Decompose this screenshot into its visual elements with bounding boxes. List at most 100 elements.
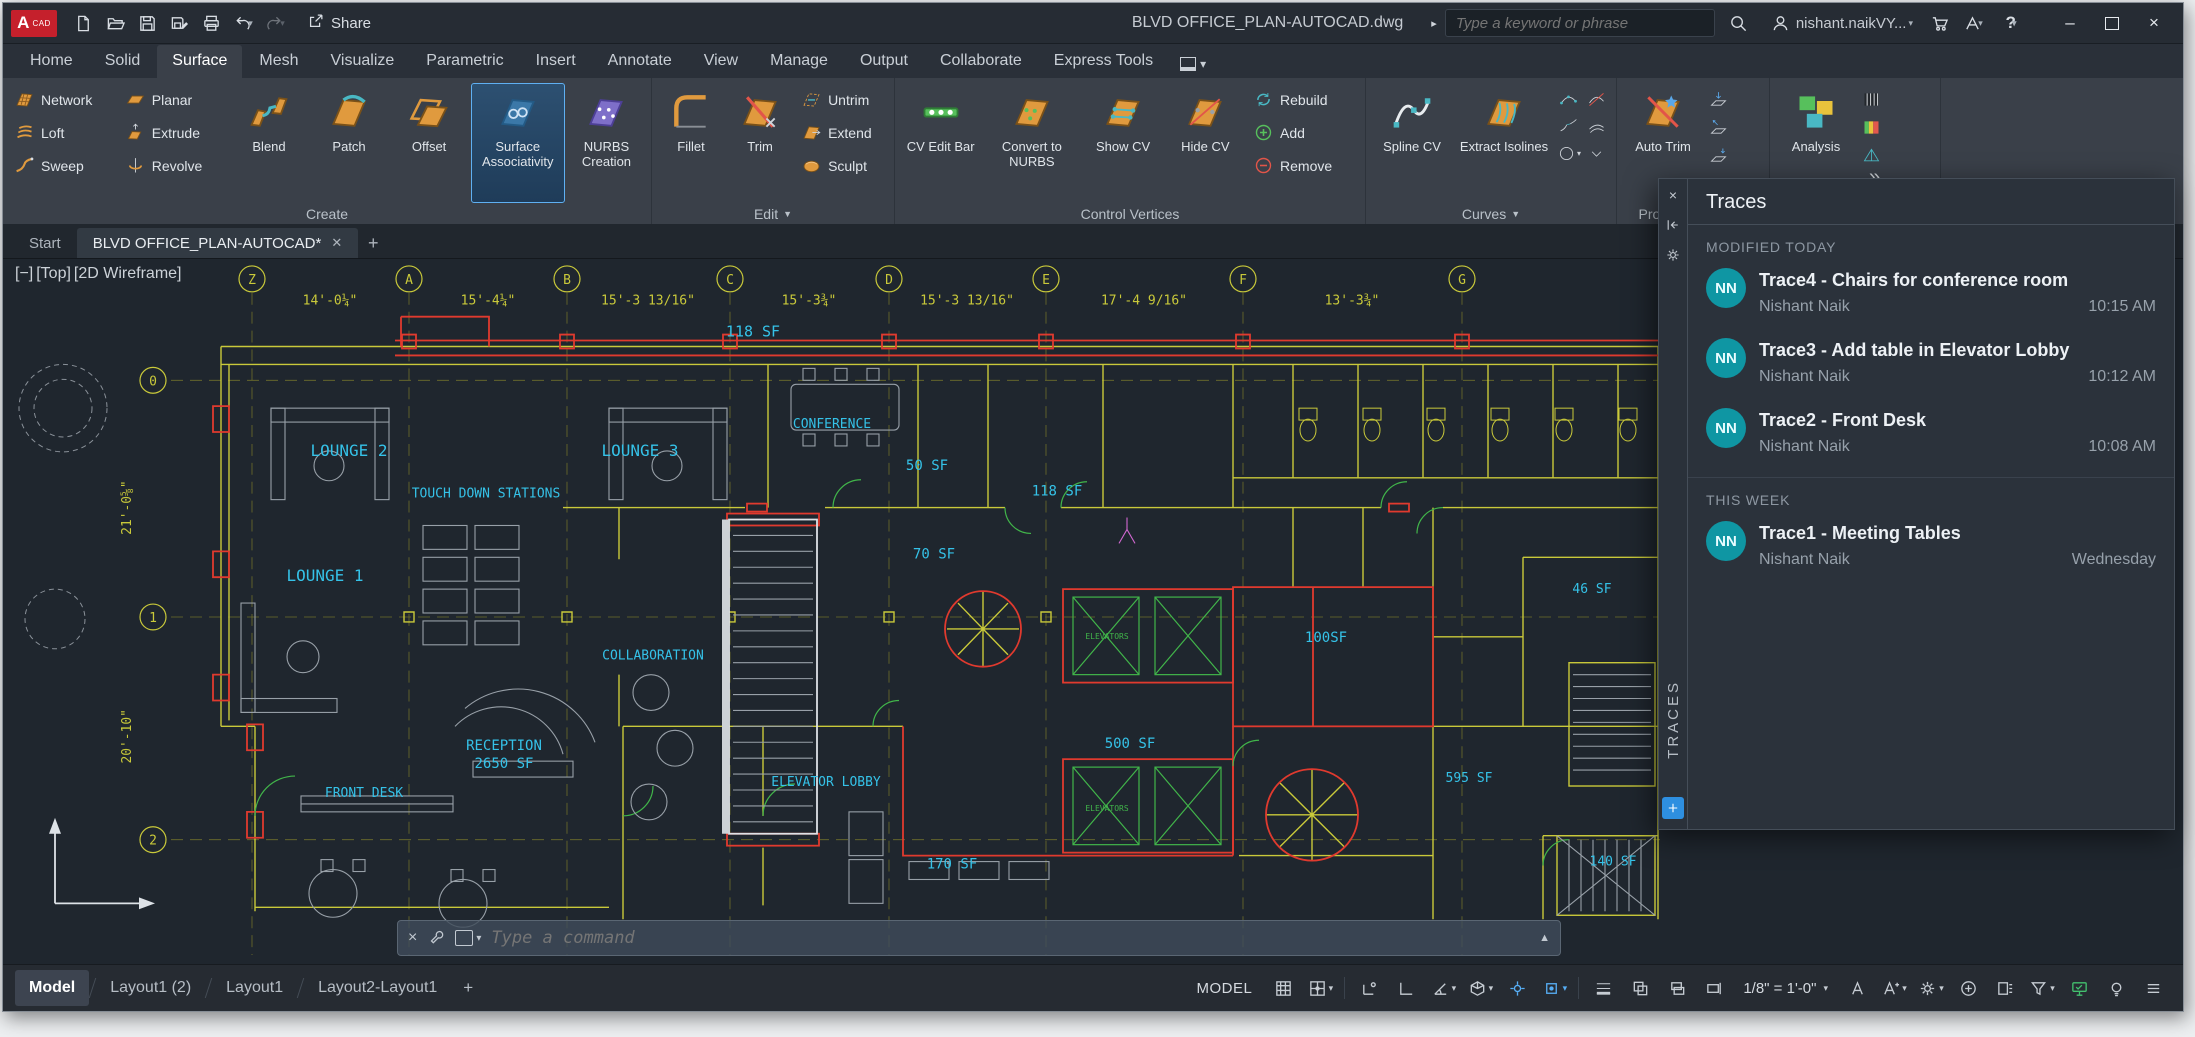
hide-cv-button[interactable]: Hide CV	[1166, 83, 1245, 203]
isolate-objects-toggle[interactable]	[2098, 972, 2134, 1004]
ribbon-tab-insert[interactable]: Insert	[521, 45, 591, 78]
save-as-button[interactable]	[163, 8, 195, 38]
extrude-button[interactable]: Extrude	[120, 116, 228, 149]
spline-cv-button[interactable]: Spline CV	[1372, 83, 1452, 203]
revolve-button[interactable]: Revolve	[120, 149, 228, 182]
isometric-drafting-toggle[interactable]: ▾	[1462, 972, 1498, 1004]
ribbon-tab-annotate[interactable]: Annotate	[593, 45, 687, 78]
ribbon-tab-manage[interactable]: Manage	[755, 45, 843, 78]
object-snap-tracking-toggle[interactable]	[1499, 972, 1535, 1004]
quick-properties-toggle[interactable]	[1987, 972, 2023, 1004]
viewport-collapse-control[interactable]: [−]	[15, 265, 33, 283]
new-layout-button[interactable]: +	[451, 969, 485, 1007]
autodesk-apps-icon[interactable]: ▾	[1957, 8, 1989, 38]
arrow-mini-icon[interactable]	[1584, 141, 1609, 166]
annotation-monitor-toggle[interactable]	[1950, 972, 1986, 1004]
user-account-button[interactable]: nishant.naikVY... ▾	[1771, 14, 1913, 33]
customize-toggle[interactable]	[2135, 972, 2171, 1004]
model-space-button[interactable]: MODEL	[1184, 980, 1264, 997]
ribbon-tab-surface[interactable]: Surface	[157, 45, 242, 78]
planar-button[interactable]: Planar	[120, 83, 228, 116]
viewport-view-control[interactable]: [Top]	[36, 265, 71, 283]
blend-curve-mini-icon[interactable]	[1556, 114, 1581, 139]
layout-tab-layout1[interactable]: Layout1	[212, 970, 297, 1006]
qnew-button[interactable]	[67, 8, 99, 38]
an-2-icon[interactable]	[1859, 115, 1884, 140]
file-tab-active-document[interactable]: BLVD OFFICE_PLAN-AUTOCAD* ✕	[77, 228, 359, 258]
share-button[interactable]: Share	[307, 12, 371, 34]
add-button[interactable]: Add	[1248, 116, 1359, 149]
ortho-mode-toggle[interactable]	[1388, 972, 1424, 1004]
fillet-button[interactable]: Fillet	[658, 83, 724, 203]
ribbon-tab-mesh[interactable]: Mesh	[244, 45, 313, 78]
trace-toolbar-icon[interactable]	[1662, 797, 1684, 819]
annotation-visibility-toggle[interactable]	[1839, 972, 1875, 1004]
nurbs-creation-button[interactable]: NURBS Creation	[568, 83, 645, 203]
open-button[interactable]	[99, 8, 131, 38]
proj-3-icon[interactable]	[1706, 143, 1731, 168]
palette-settings-gear-icon[interactable]	[1664, 246, 1682, 264]
autoscale-toggle[interactable]: ▾	[1876, 972, 1912, 1004]
polar-tracking-toggle[interactable]: ▾	[1425, 972, 1461, 1004]
command-customize-wrench-icon[interactable]	[427, 927, 445, 950]
infer-constraints-toggle[interactable]	[1351, 972, 1387, 1004]
layout-tab-layout1-2[interactable]: Layout1 (2)	[96, 970, 205, 1006]
command-line[interactable]: × ▾ ▲	[397, 920, 1561, 956]
offset-button[interactable]: Offset	[391, 83, 468, 203]
plot-button[interactable]	[195, 8, 227, 38]
convert-to-nurbs-button[interactable]: Convert to NURBS	[983, 83, 1080, 203]
close-button[interactable]: ×	[2133, 8, 2175, 38]
show-cv-button[interactable]: Show CV	[1083, 83, 1162, 203]
an-3-icon[interactable]	[1859, 143, 1884, 168]
minimize-button[interactable]: –	[2049, 8, 2091, 38]
search-expander-icon[interactable]: ▸	[1431, 17, 1437, 30]
layout-tab-model[interactable]: Model	[15, 970, 89, 1006]
snap-mode-toggle[interactable]: ▾	[1302, 972, 1338, 1004]
network-button[interactable]: Network	[9, 83, 117, 116]
panel-label-curves[interactable]: Curves▼	[1366, 203, 1616, 224]
command-history-expand-icon[interactable]: ▲	[1539, 932, 1550, 944]
selection-filter-toggle[interactable]: ▾	[2024, 972, 2060, 1004]
dynamic-input-toggle[interactable]	[1696, 972, 1732, 1004]
offset-curve-mini-icon[interactable]	[1584, 114, 1609, 139]
grid-display-toggle[interactable]	[1265, 972, 1301, 1004]
layout-tab-layout2-layout1[interactable]: Layout2-Layout1	[304, 970, 451, 1006]
search-icon[interactable]	[1723, 8, 1755, 38]
remove-button[interactable]: Remove	[1248, 149, 1359, 182]
palette-autohide-icon[interactable]	[1664, 216, 1682, 234]
autocad-logo-icon[interactable]: ACAD	[11, 10, 57, 37]
cv-show-mini-icon[interactable]	[1556, 87, 1581, 112]
palette-close-icon[interactable]: ×	[1664, 186, 1682, 204]
trace-list-item[interactable]: NN Trace4 - Chairs for conference room N…	[1688, 257, 2174, 327]
transparency-toggle[interactable]	[1622, 972, 1658, 1004]
surface-associativity-button[interactable]: Surface Associativity	[471, 83, 565, 203]
command-close-icon[interactable]: ×	[408, 929, 417, 947]
trace-list-item[interactable]: NN Trace1 - Meeting Tables Nishant Naik …	[1688, 510, 2174, 580]
cv-hide-mini-icon[interactable]	[1584, 87, 1609, 112]
trace-list-item[interactable]: NN Trace2 - Front Desk Nishant Naik 10:0…	[1688, 397, 2174, 467]
panel-label-edit[interactable]: Edit▼	[652, 203, 894, 224]
selection-cycling-toggle[interactable]	[1659, 972, 1695, 1004]
circle-mini-icon[interactable]: ▾	[1556, 141, 1581, 166]
recent-commands-icon[interactable]: ▾	[455, 930, 481, 946]
file-tab-close-icon[interactable]: ✕	[331, 235, 342, 251]
an-1-icon[interactable]	[1859, 87, 1884, 112]
patch-button[interactable]: Patch	[311, 83, 388, 203]
ribbon-tab-express-tools[interactable]: Express Tools	[1039, 45, 1168, 78]
untrim-button[interactable]: Untrim	[796, 83, 888, 116]
ribbon-tab-visualize[interactable]: Visualize	[316, 45, 410, 78]
command-input[interactable]	[489, 927, 1531, 949]
ribbon-tab-parametric[interactable]: Parametric	[411, 45, 518, 78]
extract-isolines-button[interactable]: Extract Isolines	[1455, 83, 1553, 203]
maximize-button[interactable]	[2091, 8, 2133, 38]
viewport-visual-style-control[interactable]: [2D Wireframe]	[74, 265, 182, 283]
trace-list-item[interactable]: NN Trace3 - Add table in Elevator Lobby …	[1688, 327, 2174, 397]
search-input[interactable]	[1454, 14, 1706, 33]
proj-1-icon[interactable]	[1706, 87, 1731, 112]
blend-button[interactable]: Blend	[231, 83, 308, 203]
workspace-switching-toggle[interactable]: ▾	[1913, 972, 1949, 1004]
search-box[interactable]	[1445, 9, 1715, 37]
ribbon-tab-view[interactable]: View	[689, 45, 753, 78]
help-button[interactable]: ?▾	[1991, 8, 2031, 38]
rebuild-button[interactable]: Rebuild	[1248, 83, 1359, 116]
